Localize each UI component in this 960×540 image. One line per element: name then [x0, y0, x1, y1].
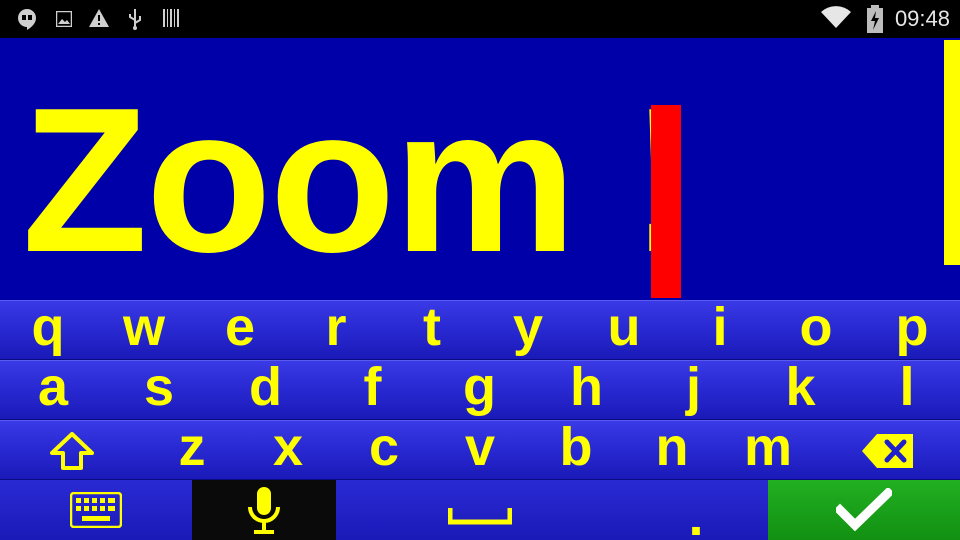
- shift-arrow-icon: [50, 431, 94, 470]
- wifi-icon: [821, 6, 851, 29]
- key-s[interactable]: s: [106, 360, 212, 420]
- key-d[interactable]: d: [212, 360, 319, 420]
- key-row-2: a s d f g h j k l: [0, 360, 960, 420]
- key-v[interactable]: v: [432, 420, 528, 480]
- key-x[interactable]: x: [240, 420, 336, 480]
- key-e[interactable]: e: [192, 300, 288, 360]
- barcode-icon: [163, 9, 179, 27]
- hangouts-icon: [18, 9, 36, 30]
- key-period[interactable]: .: [624, 480, 768, 540]
- backspace-key[interactable]: [816, 421, 960, 480]
- space-key[interactable]: [336, 480, 624, 540]
- on-screen-keyboard: q w e r t y u i o p a s d f g h j k l z …: [0, 300, 960, 540]
- key-u[interactable]: u: [576, 300, 672, 360]
- key-m[interactable]: m: [720, 420, 816, 480]
- text-cursor: [651, 105, 681, 298]
- battery-charging-icon: [867, 5, 883, 33]
- warning-icon: [89, 9, 109, 27]
- backspace-icon: [862, 433, 913, 468]
- voice-input-key[interactable]: [192, 480, 336, 540]
- key-row-1: q w e r t y u i o p: [0, 300, 960, 360]
- scroll-indicator[interactable]: [944, 40, 960, 265]
- key-j[interactable]: j: [640, 360, 747, 420]
- keyboard-switch-key[interactable]: [0, 480, 192, 540]
- usb-icon: [129, 9, 141, 30]
- microphone-icon: [248, 487, 280, 534]
- shift-key[interactable]: [0, 421, 144, 480]
- key-w[interactable]: w: [96, 300, 192, 360]
- key-l[interactable]: l: [854, 360, 960, 420]
- key-k[interactable]: k: [747, 360, 854, 420]
- clock: 09:48: [894, 6, 950, 31]
- checkmark-icon: [836, 488, 892, 532]
- key-row-3: z x c v b n m: [0, 420, 960, 480]
- key-a[interactable]: a: [0, 360, 106, 420]
- space-bar-icon: [448, 508, 512, 525]
- key-h[interactable]: h: [533, 360, 640, 420]
- typed-text: Zoom !: [22, 65, 698, 295]
- status-bar: 09:48: [0, 0, 960, 38]
- key-c[interactable]: c: [336, 420, 432, 480]
- key-z[interactable]: z: [144, 420, 240, 480]
- key-b[interactable]: b: [528, 420, 624, 480]
- key-g[interactable]: g: [426, 360, 533, 420]
- key-t[interactable]: t: [384, 300, 480, 360]
- key-f[interactable]: f: [319, 360, 426, 420]
- key-r[interactable]: r: [288, 300, 384, 360]
- text-editor[interactable]: Zoom !: [0, 38, 960, 300]
- keyboard-icon: [70, 492, 122, 528]
- key-i[interactable]: i: [672, 300, 768, 360]
- key-y[interactable]: y: [480, 300, 576, 360]
- key-row-bottom: .: [0, 480, 960, 540]
- key-p[interactable]: p: [864, 300, 960, 360]
- enter-key[interactable]: [768, 480, 960, 540]
- key-q[interactable]: q: [0, 300, 96, 360]
- image-icon: [56, 11, 72, 27]
- key-o[interactable]: o: [768, 300, 864, 360]
- key-n[interactable]: n: [624, 420, 720, 480]
